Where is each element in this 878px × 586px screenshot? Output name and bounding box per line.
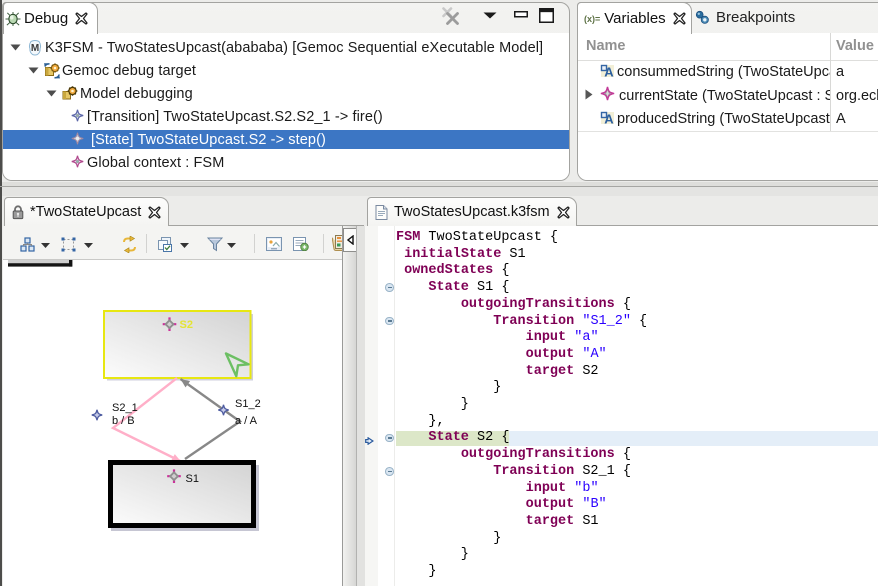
svg-text:A: A — [604, 65, 614, 78]
svg-text:a / A: a / A — [235, 415, 258, 427]
svg-text:S1: S1 — [186, 473, 199, 485]
svg-text:M: M — [31, 43, 39, 54]
svg-text:S1_2: S1_2 — [235, 398, 261, 410]
svg-text:S2_1: S2_1 — [112, 402, 138, 414]
svg-text:A: A — [604, 112, 614, 125]
svg-text:S2: S2 — [180, 319, 193, 331]
svg-text:b / B: b / B — [112, 415, 135, 427]
